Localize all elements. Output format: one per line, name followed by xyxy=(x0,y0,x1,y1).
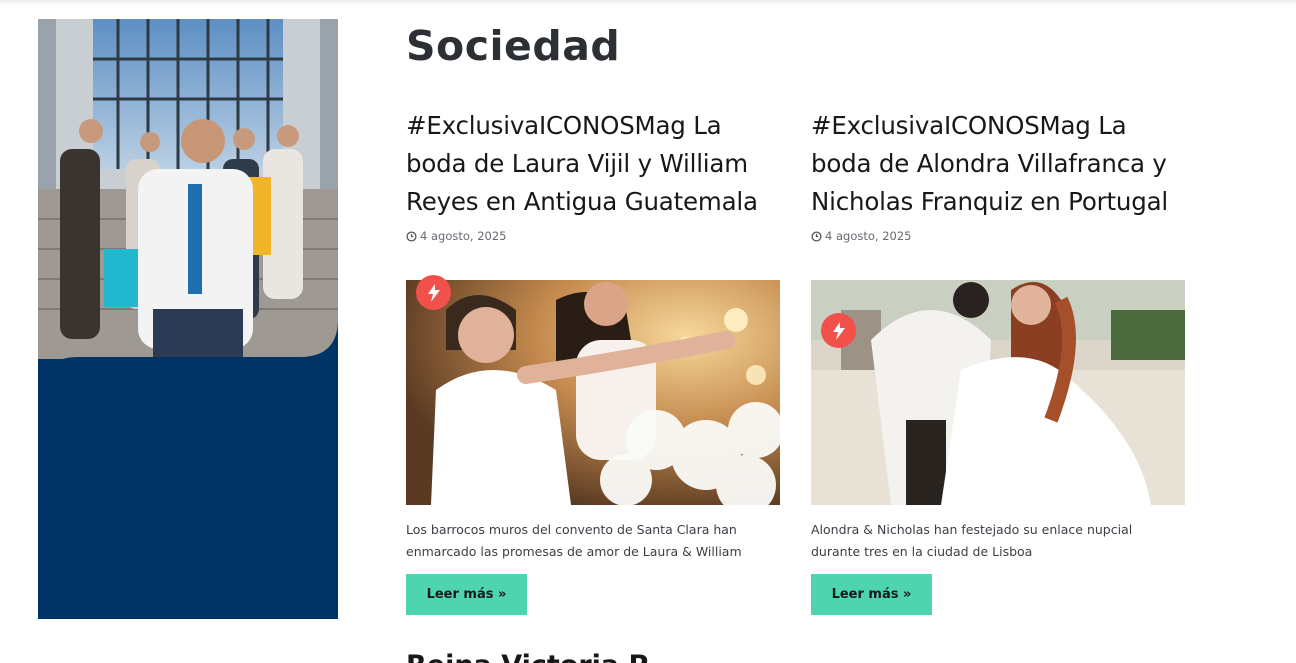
wedding-photo xyxy=(811,280,1185,505)
read-more-button[interactable]: Leer más » xyxy=(811,574,932,615)
post-date-text: 4 agosto, 2025 xyxy=(420,229,507,243)
post-excerpt: Los barrocos muros del convento de Santa… xyxy=(406,522,742,559)
bolt-icon xyxy=(832,321,845,340)
post-thumbnail[interactable] xyxy=(811,280,1185,505)
bolt-badge xyxy=(821,313,856,348)
wedding-photo xyxy=(406,280,780,505)
clock-icon xyxy=(406,230,417,242)
bolt-icon xyxy=(427,283,440,302)
post-title[interactable]: #ExclusivaICONOSMag La boda de Laura Vij… xyxy=(406,107,780,221)
post-excerpt: Alondra & Nicholas han festejado su enla… xyxy=(811,522,1133,559)
post-date-text: 4 agosto, 2025 xyxy=(825,229,912,243)
clock-icon xyxy=(811,230,822,242)
advertisement-banner[interactable] xyxy=(38,19,338,619)
post-card: #ExclusivaICONOSMag La boda de Laura Vij… xyxy=(406,107,780,615)
read-more-button[interactable]: Leer más » xyxy=(406,574,527,615)
post-title[interactable]: #ExclusivaICONOSMag La boda de Alondra V… xyxy=(811,107,1185,221)
post-thumbnail[interactable] xyxy=(406,280,780,505)
section-title: Sociedad xyxy=(406,22,621,70)
post-date: 4 agosto, 2025 xyxy=(811,229,1185,243)
post-card: #ExclusivaICONOSMag La boda de Alondra V… xyxy=(811,107,1185,615)
next-post-title[interactable]: Reina Victoria P... xyxy=(406,650,674,663)
bolt-badge xyxy=(416,275,451,310)
post-date: 4 agosto, 2025 xyxy=(406,229,780,243)
advertisement-image xyxy=(38,19,338,619)
header-shadow xyxy=(0,0,1296,6)
